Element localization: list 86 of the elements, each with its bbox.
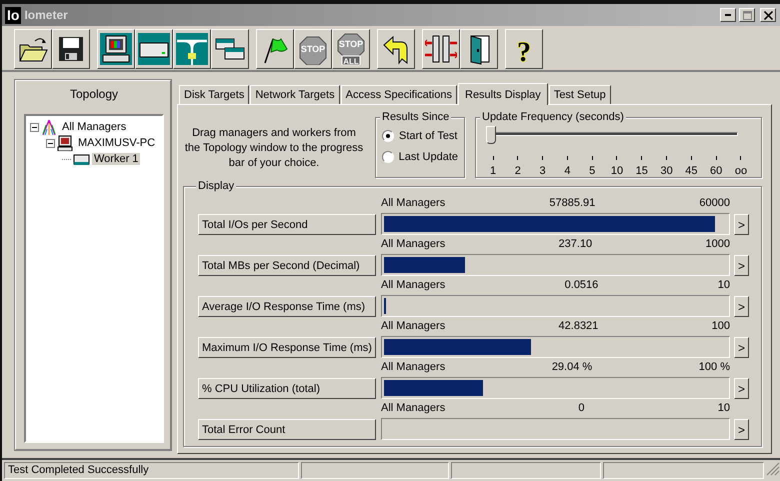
computer-icon (100, 33, 132, 65)
drive-icon (138, 33, 170, 65)
next-button[interactable]: > (734, 378, 749, 399)
collapse-toggle-icon[interactable] (30, 122, 39, 132)
tab[interactable]: Access Specifications (340, 85, 457, 104)
tick-label: 5 (589, 165, 596, 177)
next-button[interactable]: > (734, 255, 749, 276)
next-button[interactable]: > (734, 296, 749, 317)
radio-label[interactable]: Last Update (398, 151, 458, 163)
tab[interactable]: Disk Targets (179, 85, 250, 104)
metric-button[interactable]: % CPU Utilization (total) (198, 378, 376, 399)
tree-item[interactable]: All Managers (60, 121, 128, 133)
computer-icon (57, 135, 74, 151)
next-button[interactable]: > (734, 214, 749, 235)
window-title: Iometer (24, 8, 69, 22)
metric-button[interactable]: Total MBs per Second (Decimal) (198, 255, 376, 276)
close-button[interactable] (760, 8, 776, 22)
radio-label[interactable]: Start of Test (399, 130, 458, 142)
max-label: 60000 (699, 197, 730, 211)
status-message: Test Completed Successfully (4, 462, 299, 479)
metric-button[interactable]: Total Error Count (198, 419, 376, 440)
tick-label: oo (734, 165, 748, 177)
panel-title: Topology (68, 87, 120, 101)
app-logo: Io (5, 6, 22, 24)
close-icon (764, 10, 772, 20)
tick-label: 15 (636, 165, 648, 177)
next-button[interactable]: > (734, 419, 749, 440)
tick-label: 1 (490, 165, 496, 177)
toolbar-button[interactable] (52, 29, 90, 69)
source-label: All Managers (381, 279, 446, 293)
toolbar-button[interactable] (135, 29, 173, 69)
resize-grip-icon (766, 462, 780, 476)
value-label: 42.8321 (558, 320, 598, 334)
source-label: All Managers (381, 238, 446, 252)
source-label: All Managers (381, 197, 446, 211)
radio-button[interactable] (382, 130, 394, 142)
network-icon (176, 33, 208, 65)
tab[interactable]: Test Setup (548, 85, 611, 104)
maximize-icon (742, 10, 752, 20)
max-label: 1000 (706, 238, 730, 252)
minimize-button[interactable] (720, 8, 736, 22)
tick-label: 45 (685, 165, 698, 177)
tick-label: 4 (564, 165, 570, 177)
max-label: 10 (718, 279, 730, 293)
toolbar-button[interactable] (173, 29, 211, 69)
tab[interactable]: Results Display (458, 83, 548, 105)
next-button[interactable]: > (734, 337, 749, 358)
slider-thumb[interactable] (486, 126, 496, 144)
toolbar-button[interactable] (256, 29, 294, 69)
tick-label: 60 (710, 165, 722, 177)
tick-label: 3 (540, 165, 546, 177)
metric-button[interactable]: Total I/Os per Second (198, 214, 376, 235)
toolbar-button[interactable] (377, 29, 415, 69)
collapse-toggle-icon[interactable] (46, 138, 55, 148)
tick-label: 2 (514, 165, 521, 177)
tree-item[interactable]: MAXIMUSV-PC (76, 137, 158, 149)
group-title: Update Frequency (seconds) (480, 110, 626, 124)
source-label: All Managers (381, 402, 446, 416)
maximize-button[interactable] (739, 8, 755, 22)
radio-button[interactable] (382, 151, 394, 163)
value-label: 29.04 % (552, 361, 592, 375)
value-label: 0 (578, 402, 585, 416)
value-label: 0.0516 (564, 279, 598, 293)
toolbar-button[interactable] (211, 29, 249, 69)
value-label: 237.10 (558, 238, 592, 252)
max-label: 100 (712, 320, 730, 334)
value-label: 57885.91 (549, 197, 596, 211)
instructions-text: Drag managers and workers from the Topology window to the progress bar of your choice. (184, 126, 364, 171)
tab[interactable]: Network Targets (250, 85, 340, 104)
max-label: 100 % (698, 361, 730, 375)
toolbar-button[interactable] (422, 29, 460, 69)
toolbar-button[interactable] (97, 29, 135, 69)
tick-label: 30 (660, 165, 673, 177)
arrows-icon (425, 33, 457, 65)
group-title: Display (196, 179, 236, 193)
toolbar-button[interactable] (14, 29, 52, 69)
minimize-icon (725, 14, 731, 16)
metric-button[interactable]: Maximum I/O Response Time (ms) (198, 337, 376, 358)
max-label: 10 (718, 402, 730, 416)
source-label: All Managers (381, 361, 446, 375)
tick-label: 10 (610, 165, 624, 177)
tree-item[interactable]: Worker 1 (92, 153, 140, 165)
antenna-icon (41, 119, 58, 135)
source-label: All Managers (381, 320, 446, 334)
metric-button[interactable]: Average I/O Response Time (ms) (198, 296, 376, 317)
toolbar-button[interactable] (460, 29, 498, 69)
